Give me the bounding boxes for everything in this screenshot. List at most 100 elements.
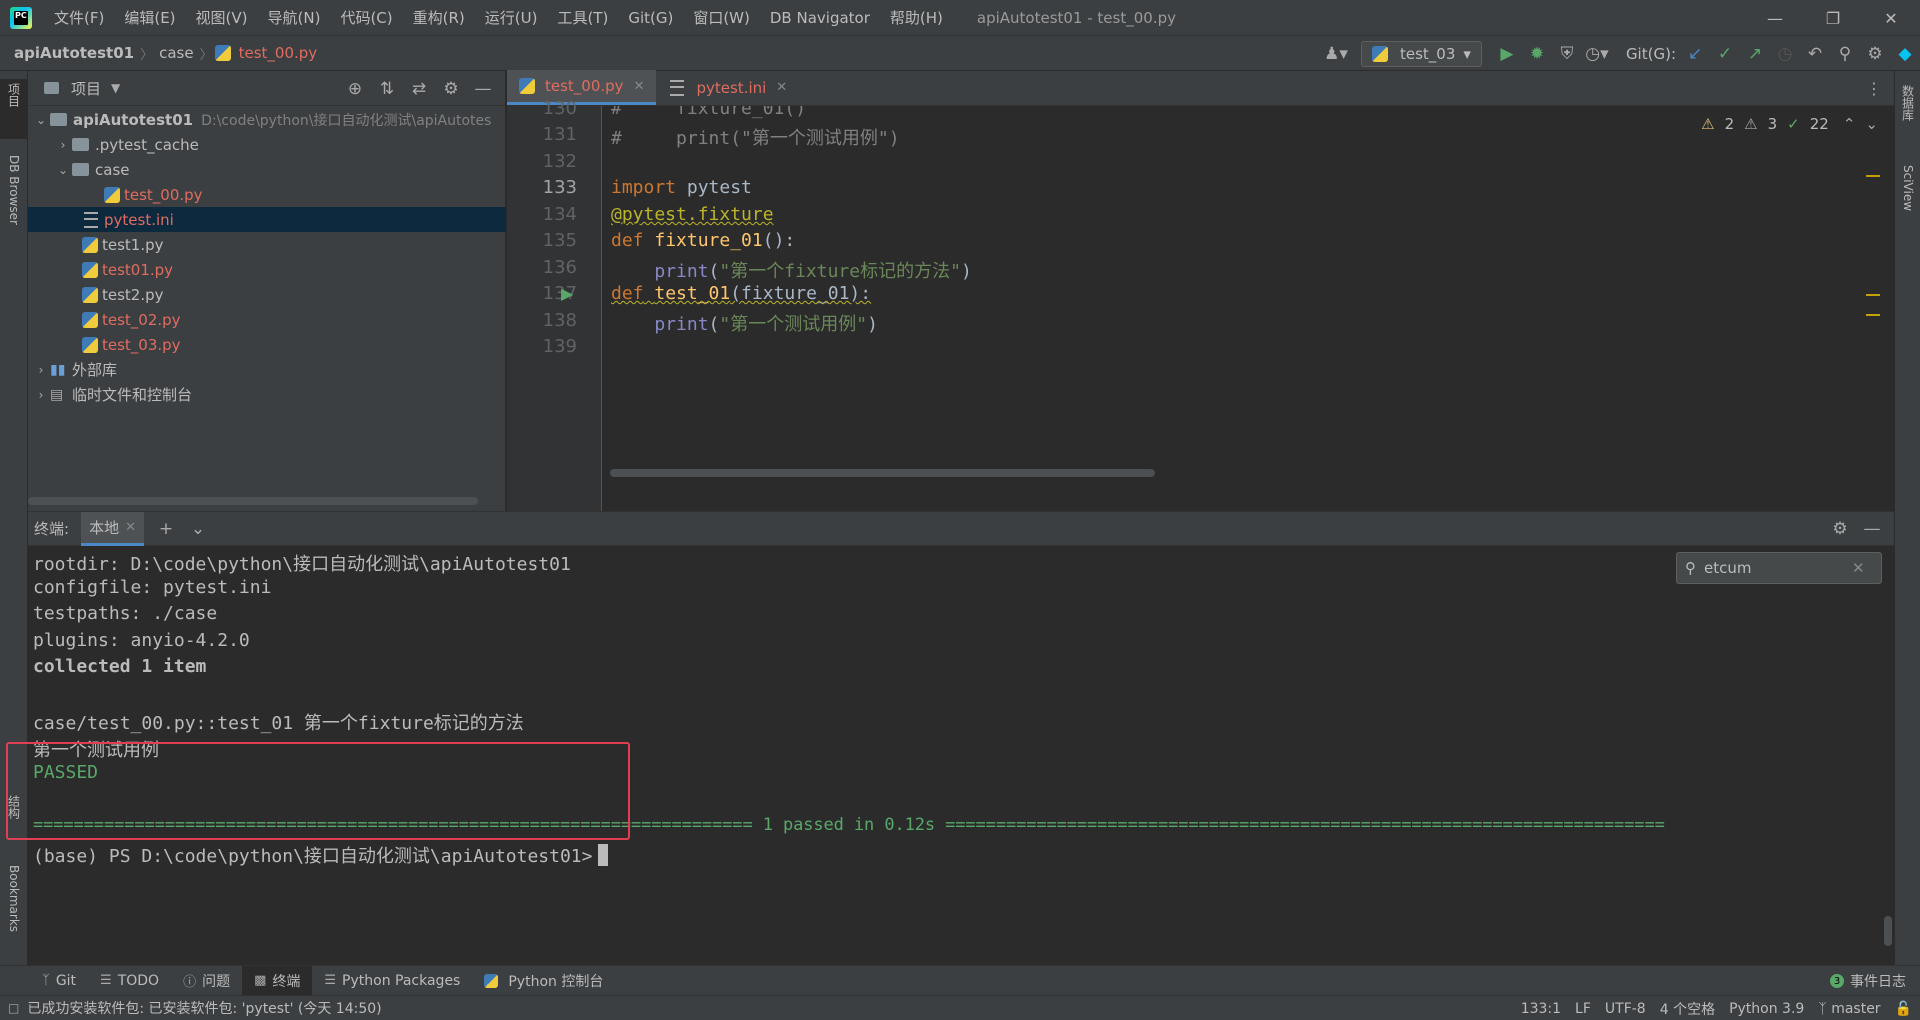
locate-icon[interactable]: ⊕ xyxy=(339,79,371,99)
error-stripe-mark[interactable] xyxy=(1866,175,1880,177)
tree-item-external-libraries[interactable]: › ▮▮ 外部库 xyxy=(28,357,506,382)
chevron-right-icon[interactable]: › xyxy=(32,363,50,377)
hide-icon[interactable]: — xyxy=(1856,519,1888,539)
menu-view[interactable]: 视图(V) xyxy=(186,7,258,28)
gear-icon[interactable]: ⚙ xyxy=(435,79,467,99)
menu-edit[interactable]: 编辑(E) xyxy=(114,7,185,28)
git-update-icon[interactable]: ↙ xyxy=(1680,44,1710,64)
tool-tab-python-packages[interactable]: ☰ Python Packages xyxy=(312,966,472,996)
chevron-up-icon[interactable]: ⌃ xyxy=(1843,115,1856,133)
tree-item-pytest-cache[interactable]: › .pytest_cache xyxy=(28,132,506,157)
project-panel-title[interactable]: 项目 xyxy=(71,78,101,99)
breadcrumb-project[interactable]: apiAutotest01 xyxy=(10,44,138,62)
tree-item-test1[interactable]: test1.py xyxy=(28,232,506,257)
tool-tab-git[interactable]: ᛉ Git xyxy=(30,966,88,996)
tool-tab-bookmarks[interactable]: Bookmarks xyxy=(0,861,28,951)
tool-tab-sciview[interactable]: SciView xyxy=(1894,161,1920,241)
chevron-down-icon[interactable]: ⌄ xyxy=(32,113,50,127)
tree-item-scratches[interactable]: › ▤ 临时文件和控制台 xyxy=(28,382,506,407)
tool-tab-todo[interactable]: ☰ TODO xyxy=(88,966,171,996)
close-tab-icon[interactable]: ✕ xyxy=(634,79,645,94)
menu-run[interactable]: 运行(U) xyxy=(475,7,548,28)
inspection-widget[interactable]: ⚠ 2 ⚠ 3 ✓ 22 ⌃ ⌄ xyxy=(1701,115,1878,133)
error-stripe-mark[interactable] xyxy=(1866,314,1880,316)
git-commit-icon[interactable]: ✓ xyxy=(1710,44,1740,64)
debug-icon[interactable]: ✹ xyxy=(1522,44,1552,64)
tool-tab-database[interactable]: 数据库 xyxy=(1894,81,1920,141)
tree-item-test-00[interactable]: test_00.py xyxy=(28,182,506,207)
tree-item-test-03[interactable]: test_03.py xyxy=(28,332,506,357)
git-rollback-icon[interactable]: ↶ xyxy=(1800,44,1830,64)
lock-icon[interactable]: 🔓 xyxy=(1895,1001,1912,1017)
jetbrains-logo-icon[interactable]: ◆ xyxy=(1890,44,1920,64)
breadcrumb-file[interactable]: test_00.py xyxy=(235,44,322,62)
error-stripe-mark[interactable] xyxy=(1866,294,1880,296)
chevron-right-icon[interactable]: › xyxy=(32,388,50,402)
menu-help[interactable]: 帮助(H) xyxy=(880,7,953,28)
close-tab-icon[interactable]: ✕ xyxy=(125,520,136,535)
tree-item-case[interactable]: ⌄ case xyxy=(28,157,506,182)
chevron-down-icon[interactable]: ⌄ xyxy=(54,163,72,177)
menu-refactor[interactable]: 重构(R) xyxy=(403,7,475,28)
tool-tab-problems[interactable]: ⓘ 问题 xyxy=(171,966,242,996)
menu-file[interactable]: 文件(F) xyxy=(44,7,114,28)
git-branch-widget[interactable]: ᛉ master xyxy=(1818,1001,1880,1017)
editor-content[interactable]: # fixture_01() # print("第一个测试用例") import… xyxy=(507,106,1894,511)
terminal-scrollbar[interactable] xyxy=(1882,546,1892,946)
gear-icon[interactable]: ⚙ xyxy=(1824,519,1856,539)
indent-setting[interactable]: 4 个空格 xyxy=(1660,999,1715,1019)
editor-tab-pytest-ini[interactable]: pytest.ini ✕ xyxy=(656,70,799,105)
minimize-icon[interactable]: — xyxy=(1746,0,1804,36)
chevron-down-icon[interactable]: ▼ xyxy=(111,81,120,95)
tool-tab-terminal[interactable]: ▩ 终端 xyxy=(242,965,313,996)
menu-tools[interactable]: 工具(T) xyxy=(547,7,618,28)
close-tab-icon[interactable]: ✕ xyxy=(776,80,787,95)
menu-window[interactable]: 窗口(W) xyxy=(683,7,760,28)
menu-code[interactable]: 代码(C) xyxy=(330,7,402,28)
project-tree-scrollbar[interactable] xyxy=(28,497,478,505)
run-icon[interactable]: ▶ xyxy=(1492,44,1522,64)
terminal-search-box[interactable]: ⚲ ✕ xyxy=(1676,552,1882,584)
tree-item-test2[interactable]: test2.py xyxy=(28,282,506,307)
line-separator[interactable]: LF xyxy=(1575,1001,1591,1017)
search-icon[interactable]: ⚲ xyxy=(1830,44,1860,64)
terminal-search-input[interactable] xyxy=(1704,559,1844,577)
expand-all-icon[interactable]: ⇅ xyxy=(371,79,403,99)
git-push-icon[interactable]: ↗ xyxy=(1740,44,1770,64)
chevron-down-icon[interactable]: ⌄ xyxy=(182,519,214,539)
collapse-all-icon[interactable]: ⇄ xyxy=(403,79,435,99)
user-icon[interactable]: ♟▾ xyxy=(1321,44,1351,64)
add-terminal-icon[interactable]: + xyxy=(150,519,182,539)
tree-item-test01[interactable]: test01.py xyxy=(28,257,506,282)
caret-position[interactable]: 133:1 xyxy=(1521,1001,1561,1017)
tree-item-test-02[interactable]: test_02.py xyxy=(28,307,506,332)
run-config-select[interactable]: test_03 ▾ xyxy=(1361,40,1482,67)
scrollbar-thumb[interactable] xyxy=(1884,916,1892,946)
chevron-right-icon[interactable]: › xyxy=(54,138,72,152)
git-history-icon[interactable]: ◷ xyxy=(1770,44,1800,64)
clear-search-icon[interactable]: ✕ xyxy=(1852,559,1865,577)
tool-tab-db-browser[interactable]: DB Browser xyxy=(0,151,28,261)
toggle-panel-icon[interactable]: □ xyxy=(8,1001,19,1015)
tree-item-root[interactable]: ⌄ apiAutotest01 D:\code\python\接口自动化测试\a… xyxy=(28,107,506,132)
menu-git[interactable]: Git(G) xyxy=(618,9,683,27)
coverage-icon[interactable]: ⛨ xyxy=(1552,44,1582,64)
python-interpreter[interactable]: Python 3.9 xyxy=(1729,1001,1804,1017)
terminal-tab-local[interactable]: 本地 ✕ xyxy=(81,511,144,546)
tool-tab-python-console[interactable]: Python 控制台 xyxy=(472,966,615,996)
tree-item-pytest-ini[interactable]: pytest.ini xyxy=(28,207,506,232)
status-message[interactable]: □ 已成功安装软件包: 已安装软件包: 'pytest' (今天 14:50) xyxy=(8,998,382,1018)
restore-icon[interactable]: ❐ xyxy=(1804,0,1862,36)
hide-icon[interactable]: — xyxy=(467,79,499,99)
chevron-down-icon[interactable]: ⌄ xyxy=(1865,115,1878,133)
menu-navigate[interactable]: 导航(N) xyxy=(258,7,331,28)
file-encoding[interactable]: UTF-8 xyxy=(1605,1001,1646,1017)
editor-scrollbar[interactable] xyxy=(610,469,1155,477)
settings-icon[interactable]: ⚙ xyxy=(1860,44,1890,64)
profile-icon[interactable]: ◷▾ xyxy=(1582,44,1612,64)
tool-tab-project[interactable]: 项目 xyxy=(0,79,28,139)
more-tabs-icon[interactable]: ⋮ xyxy=(1866,79,1882,98)
close-window-icon[interactable]: ✕ xyxy=(1862,0,1920,36)
event-log-button[interactable]: 3 事件日志 xyxy=(1830,966,1906,996)
breadcrumb-case[interactable]: case xyxy=(155,44,197,62)
